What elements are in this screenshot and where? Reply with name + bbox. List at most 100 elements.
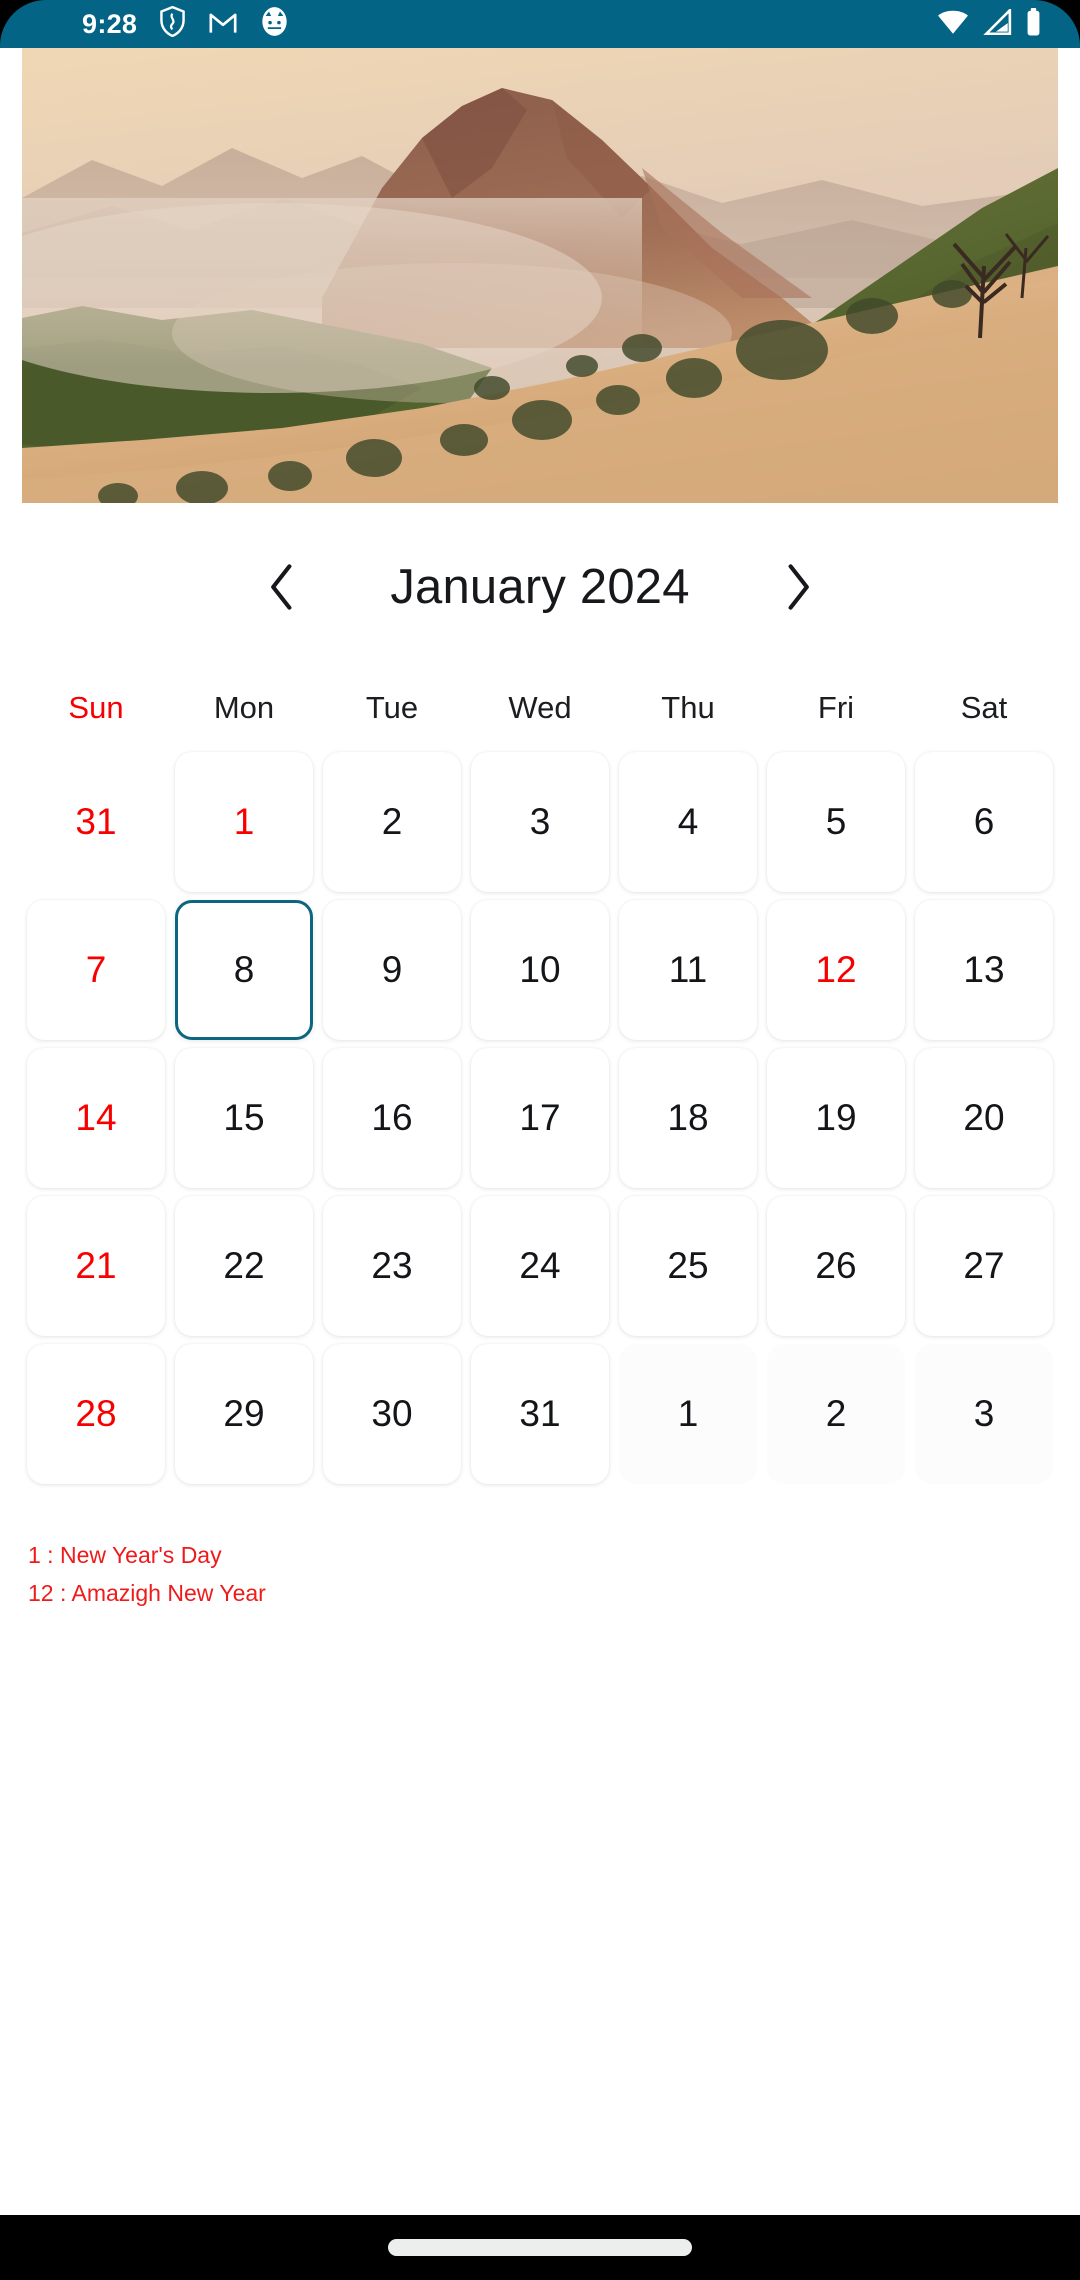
weekday-label-sat: Sat [960,690,1008,725]
hero-landscape-image [22,48,1058,503]
day-cell-26[interactable]: 26 [767,1196,905,1336]
battery-icon [1025,7,1042,41]
day-cell-wrapper: 14 [22,1044,170,1192]
day-cell-wrapper: 9 [318,896,466,1044]
holiday-legend-item: 12 : Amazigh New Year [28,1580,266,1606]
day-cell-23[interactable]: 23 [323,1196,461,1336]
day-cell-31-prev[interactable]: 31 [27,752,165,892]
day-cell-21[interactable]: 21 [27,1196,165,1336]
face-circle-icon [260,6,289,42]
day-cell-wrapper: 31 [466,1340,614,1488]
day-cell-16[interactable]: 16 [323,1048,461,1188]
day-cell-12[interactable]: 12 [767,900,905,1040]
page-title: January 2024 [390,560,690,614]
weekday-label-wed: Wed [508,690,572,725]
app-content: January 2024 Sun Mon Tue Wed Thu Fri Sat 31 1 2 3… [0,48,1080,2215]
day-cell-8[interactable]: 8 [175,900,313,1040]
day-cell-wrapper: 25 [614,1192,762,1340]
day-cell-17[interactable]: 17 [471,1048,609,1188]
day-cell-5[interactable]: 5 [767,752,905,892]
hero-illustration [22,48,1058,503]
day-cell-wrapper: 2 [318,748,466,896]
status-bar-clock: 9:28 [82,8,138,39]
day-cell-wrapper: 1 [614,1340,762,1488]
day-cell-wrapper: 27 [910,1192,1058,1340]
day-cell-3[interactable]: 3 [471,752,609,892]
next-month-button[interactable] [770,555,826,619]
chevron-left-icon [271,564,292,610]
day-cell-7[interactable]: 7 [27,900,165,1040]
day-cell-wrapper: 8 [170,896,318,1044]
day-cell-24[interactable]: 24 [471,1196,609,1336]
day-cell-10[interactable]: 10 [471,900,609,1040]
weekday-label-mon: Mon [213,690,275,725]
status-bar-right [937,6,1042,41]
day-cell-wrapper: 22 [170,1192,318,1340]
day-cell-3-next[interactable]: 3 [915,1344,1053,1484]
day-cell-wrapper: 26 [762,1192,910,1340]
day-cell-wrapper: 5 [762,748,910,896]
day-cell-wrapper: 10 [466,896,614,1044]
day-cell-wrapper: 3 [466,748,614,896]
day-cell-6[interactable]: 6 [915,752,1053,892]
day-cell-wrapper: 20 [910,1044,1058,1192]
day-cell-wrapper: 28 [22,1340,170,1488]
weekday-label-tue: Tue [365,690,419,725]
day-cell-wrapper: 24 [466,1192,614,1340]
status-bar-left: 9:28 [82,5,289,42]
day-cell-14[interactable]: 14 [27,1048,165,1188]
weekday-header-row: Sun Mon Tue Wed Thu Fri Sat [22,683,1058,733]
day-cell-11[interactable]: 11 [619,900,757,1040]
gmail-icon [208,6,238,42]
day-cell-wrapper: 13 [910,896,1058,1044]
day-cell-wrapper: 16 [318,1044,466,1192]
holiday-legend: 1 : New Year's Day 12 : Amazigh New Year [28,1536,828,1612]
day-cell-29[interactable]: 29 [175,1344,313,1484]
day-cell-wrapper: 4 [614,748,762,896]
day-cell-1[interactable]: 1 [175,752,313,892]
day-cell-1-next[interactable]: 1 [619,1344,757,1484]
previous-month-button[interactable] [254,555,310,619]
weekday-label-sun: Sun [68,690,124,725]
weekday-label-thu: Thu [661,690,715,725]
day-cell-25[interactable]: 25 [619,1196,757,1336]
phone-screen: 9:28 January 2024 Sun Mon Tue Wed Thu Fr… [0,0,1080,2280]
home-indicator[interactable] [388,2239,692,2256]
day-cell-2-next[interactable]: 2 [767,1344,905,1484]
day-cell-20[interactable]: 20 [915,1048,1053,1188]
calendar-day-grid: 31 1 2 3 4 5 6 7 8 9 10 11 12 13 14 15 16 17 18 19 20 21 22 23 2… [22,748,1058,1488]
day-cell-13[interactable]: 13 [915,900,1053,1040]
day-cell-wrapper: 6 [910,748,1058,896]
day-cell-wrapper: 23 [318,1192,466,1340]
weekday-label-fri: Fri [817,690,855,725]
day-cell-31[interactable]: 31 [471,1344,609,1484]
holiday-legend-item: 1 : New Year's Day [28,1542,222,1568]
system-navigation-bar [0,2215,1080,2280]
cellular-signal-icon [982,6,1012,40]
day-cell-2[interactable]: 2 [323,752,461,892]
chevron-right-icon [788,564,809,610]
day-cell-28[interactable]: 28 [27,1344,165,1484]
day-cell-wrapper: 21 [22,1192,170,1340]
day-cell-wrapper: 18 [614,1044,762,1192]
day-cell-wrapper: 11 [614,896,762,1044]
day-cell-22[interactable]: 22 [175,1196,313,1336]
day-cell-15[interactable]: 15 [175,1048,313,1188]
day-cell-wrapper: 19 [762,1044,910,1192]
day-cell-wrapper: 2 [762,1340,910,1488]
day-cell-18[interactable]: 18 [619,1048,757,1188]
shield-icon [159,5,186,42]
day-cell-4[interactable]: 4 [619,752,757,892]
day-cell-wrapper: 7 [22,896,170,1044]
day-cell-27[interactable]: 27 [915,1196,1053,1336]
calendar-month-header: January 2024 [0,543,1080,631]
day-cell-wrapper: 15 [170,1044,318,1192]
day-cell-19[interactable]: 19 [767,1048,905,1188]
day-cell-wrapper: 29 [170,1340,318,1488]
day-cell-wrapper: 1 [170,748,318,896]
day-cell-wrapper: 31 [22,748,170,896]
day-cell-wrapper: 3 [910,1340,1058,1488]
day-cell-wrapper: 17 [466,1044,614,1192]
day-cell-9[interactable]: 9 [323,900,461,1040]
day-cell-30[interactable]: 30 [323,1344,461,1484]
